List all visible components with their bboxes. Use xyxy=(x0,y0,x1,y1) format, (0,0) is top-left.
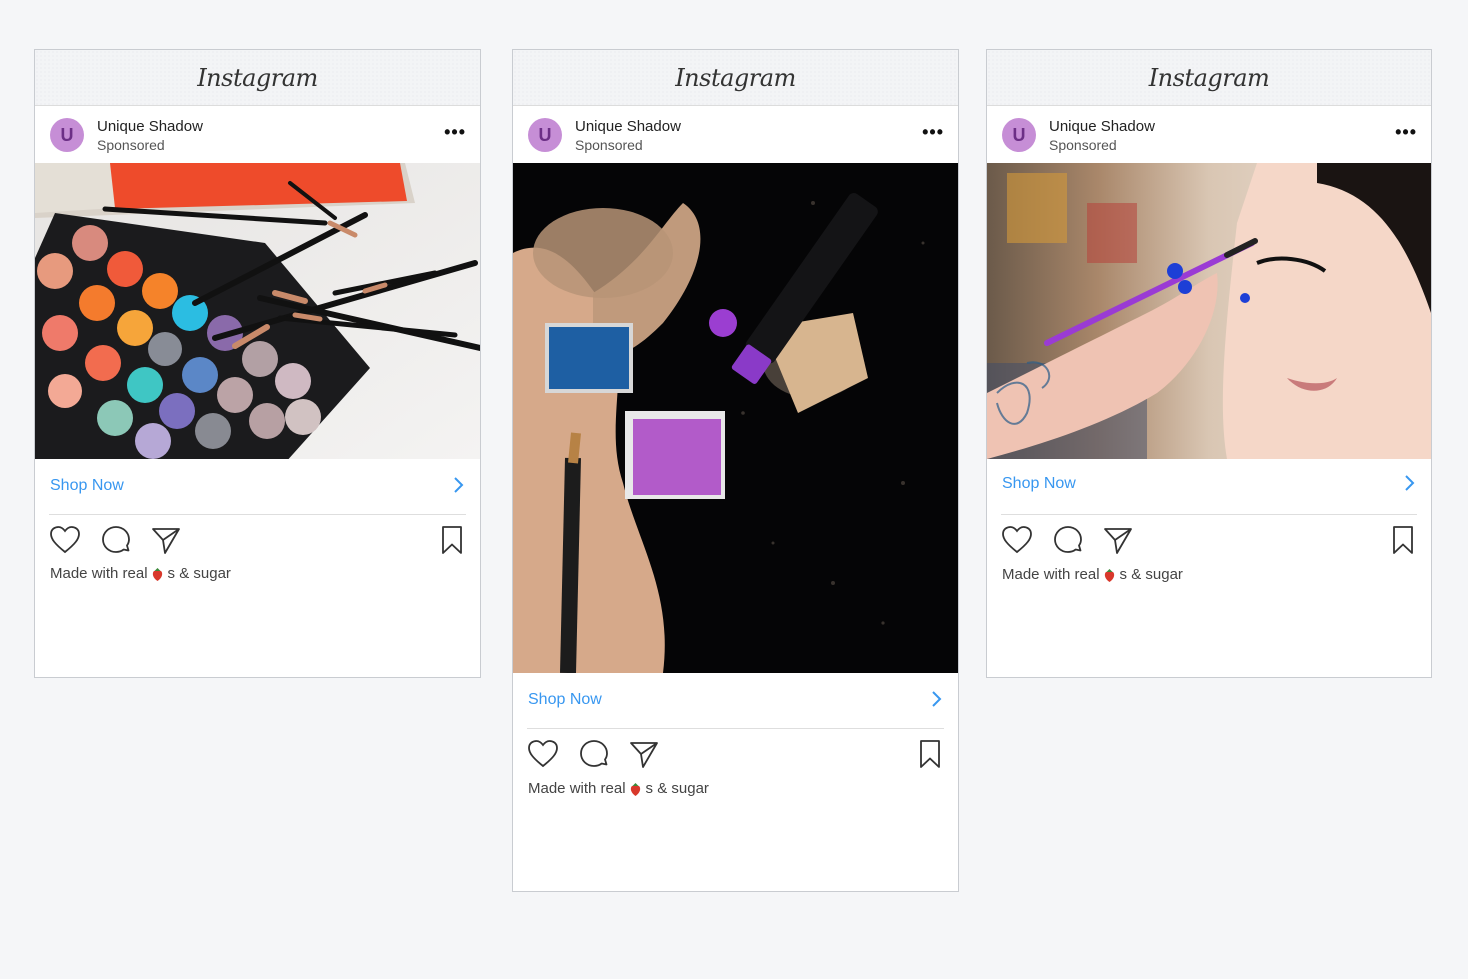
more-options-icon[interactable]: ••• xyxy=(444,122,466,143)
post-caption: Made with real s & sugar xyxy=(50,565,231,582)
sponsored-label: Sponsored xyxy=(1049,137,1117,153)
post-image[interactable] xyxy=(987,163,1431,459)
strawberry-icon xyxy=(152,567,162,581)
caption-text-start: Made with real xyxy=(50,565,148,582)
shop-now-label: Shop Now xyxy=(1002,475,1076,492)
action-bar xyxy=(35,524,480,564)
avatar[interactable]: U xyxy=(1002,118,1036,152)
comment-icon[interactable] xyxy=(578,738,610,770)
shop-now-label: Shop Now xyxy=(50,477,124,494)
account-name[interactable]: Unique Shadow xyxy=(97,118,203,135)
eyeshadow-palette-photo xyxy=(35,163,480,459)
bookmark-icon[interactable] xyxy=(1387,524,1419,556)
makeup-application-photo xyxy=(987,163,1431,459)
heart-icon[interactable] xyxy=(527,738,559,770)
instagram-header: Instagram xyxy=(35,50,480,106)
account-name[interactable]: Unique Shadow xyxy=(1049,118,1155,135)
shop-now-button[interactable]: Shop Now xyxy=(513,674,958,729)
comment-icon[interactable] xyxy=(1052,524,1084,556)
divider xyxy=(49,514,466,515)
account-name[interactable]: Unique Shadow xyxy=(575,118,681,135)
post-profile-row: U Unique Shadow Sponsored ••• xyxy=(513,106,958,162)
caption-text-end: s & sugar xyxy=(1119,566,1183,583)
post-card-2: Instagram U Unique Shadow Sponsored ••• xyxy=(512,49,959,892)
shop-now-label: Shop Now xyxy=(528,691,602,708)
chevron-right-icon xyxy=(454,477,464,493)
share-icon[interactable] xyxy=(150,524,182,556)
post-caption: Made with real s & sugar xyxy=(1002,566,1183,583)
divider xyxy=(1001,514,1417,515)
more-options-icon[interactable]: ••• xyxy=(922,122,944,143)
bookmark-icon[interactable] xyxy=(914,738,946,770)
share-icon[interactable] xyxy=(1102,524,1134,556)
post-caption: Made with real s & sugar xyxy=(528,780,709,797)
caption-text-end: s & sugar xyxy=(167,565,231,582)
post-image[interactable] xyxy=(513,163,958,673)
shop-now-button[interactable]: Shop Now xyxy=(987,458,1431,513)
post-card-3: Instagram U Unique Shadow Sponsored ••• xyxy=(986,49,1432,678)
shop-now-button[interactable]: Shop Now xyxy=(35,460,480,515)
chevron-right-icon xyxy=(932,691,942,707)
share-icon[interactable] xyxy=(628,738,660,770)
post-image[interactable] xyxy=(35,163,480,459)
heart-icon[interactable] xyxy=(1001,524,1033,556)
sponsored-label: Sponsored xyxy=(575,137,643,153)
action-bar xyxy=(987,524,1431,564)
post-profile-row: U Unique Shadow Sponsored ••• xyxy=(987,106,1431,162)
post-profile-row: U Unique Shadow Sponsored ••• xyxy=(35,106,480,162)
strawberry-icon xyxy=(630,782,640,796)
comment-icon[interactable] xyxy=(100,524,132,556)
makeup-flatlay-photo xyxy=(513,163,958,673)
instagram-logo: Instagram xyxy=(197,63,318,92)
caption-text-start: Made with real xyxy=(528,780,626,797)
action-bar xyxy=(513,738,958,778)
avatar[interactable]: U xyxy=(50,118,84,152)
divider xyxy=(527,728,944,729)
bookmark-icon[interactable] xyxy=(436,524,468,556)
heart-icon[interactable] xyxy=(49,524,81,556)
strawberry-icon xyxy=(1104,568,1114,582)
avatar[interactable]: U xyxy=(528,118,562,152)
instagram-logo: Instagram xyxy=(1148,63,1270,92)
instagram-logo: Instagram xyxy=(675,63,796,92)
sponsored-label: Sponsored xyxy=(97,137,165,153)
instagram-header: Instagram xyxy=(513,50,958,106)
instagram-header: Instagram xyxy=(987,50,1431,106)
more-options-icon[interactable]: ••• xyxy=(1395,122,1417,143)
caption-text-start: Made with real xyxy=(1002,566,1100,583)
caption-text-end: s & sugar xyxy=(645,780,709,797)
post-card-1: Instagram U Unique Shadow Sponsored ••• xyxy=(34,49,481,678)
chevron-right-icon xyxy=(1405,475,1415,491)
